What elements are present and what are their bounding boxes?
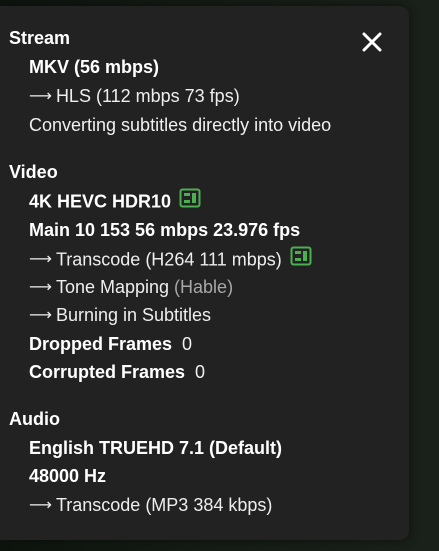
- hardware-acceleration-icon: [179, 188, 201, 213]
- tone-mapping-label: Tone Mapping: [55, 277, 170, 297]
- close-icon: [362, 32, 382, 52]
- arrow-icon: ⟶: [29, 86, 52, 105]
- video-format-text: 4K HEVC HDR10: [29, 191, 172, 212]
- audio-section-title: Audio: [9, 409, 60, 429]
- tone-mapping-value: (Hable): [174, 277, 234, 297]
- arrow-icon: ⟶: [29, 249, 52, 269]
- video-profile: Main 10 153 56 mbps 23.976 fps: [29, 220, 301, 240]
- corrupted-frames: Corrupted Frames 0: [29, 361, 205, 383]
- playback-info-panel: Stream MKV (56 mbps) ⟶ HLS (112 mbps 73 f…: [0, 6, 409, 540]
- tone-mapping: ⟶ Tone Mapping (Hable): [29, 276, 233, 299]
- stream-section-title: Stream: [9, 28, 71, 48]
- close-button[interactable]: [360, 30, 384, 54]
- audio-transcode: ⟶ Transcode (MP3 384 kbps): [29, 494, 272, 517]
- video-format: 4K HEVC HDR10: [29, 188, 201, 215]
- burning-subtitles-text: Burning in Subtitles: [55, 305, 212, 325]
- corrupted-frames-label: Corrupted Frames: [29, 362, 186, 382]
- arrow-icon: ⟶: [29, 305, 52, 324]
- hardware-acceleration-icon: [290, 246, 312, 271]
- dropped-frames-value: 0: [182, 334, 193, 354]
- corrupted-frames-value: 0: [195, 362, 206, 382]
- dropped-frames-label: Dropped Frames: [29, 334, 173, 354]
- stream-container: MKV (56 mbps): [29, 57, 160, 77]
- arrow-icon: ⟶: [29, 277, 52, 296]
- video-section-title: Video: [9, 162, 58, 182]
- burning-subtitles: ⟶ Burning in Subtitles: [29, 304, 211, 327]
- video-transcode-text: Transcode (H264 111 mbps): [55, 249, 282, 270]
- audio-transcode-text: Transcode (MP3 384 kbps): [55, 495, 273, 515]
- audio-track: English TRUEHD 7.1 (Default): [29, 438, 283, 458]
- dropped-frames: Dropped Frames 0: [29, 333, 192, 355]
- audio-sample-rate: 48000 Hz: [29, 466, 107, 486]
- subtitle-conversion-note: Converting subtitles directly into video: [29, 115, 332, 135]
- stream-transcode: ⟶ HLS (112 mbps 73 fps): [29, 85, 240, 108]
- stream-transcode-text: HLS (112 mbps 73 fps): [55, 86, 240, 106]
- video-transcode: ⟶ Transcode (H264 111 mbps): [29, 246, 312, 273]
- arrow-icon: ⟶: [29, 495, 52, 514]
